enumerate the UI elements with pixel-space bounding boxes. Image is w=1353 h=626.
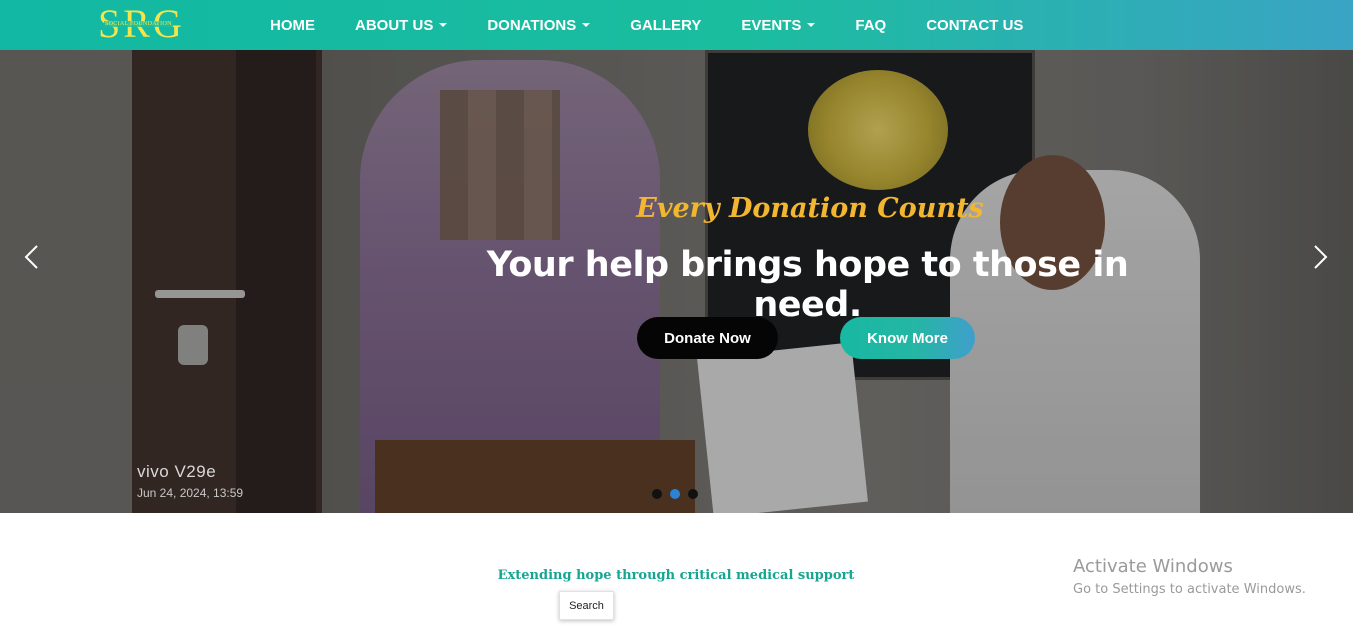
top-navbar: SRG SOCIAL FOUNDATION HOME ABOUT US DONA… <box>0 0 1353 50</box>
carousel-indicators <box>652 489 706 499</box>
chevron-right-icon <box>1314 245 1328 269</box>
donate-now-button[interactable]: Donate Now <box>637 317 778 359</box>
nav-item-faq[interactable]: FAQ <box>855 17 886 34</box>
caret-down-icon <box>807 23 816 27</box>
caret-down-icon <box>582 23 591 27</box>
srg-logo[interactable]: SRG SOCIAL FOUNDATION <box>98 4 184 46</box>
chevron-left-icon <box>24 245 38 269</box>
hero-carousel: vivo V29e Jun 24, 2024, 13:59 Every Dona… <box>0 50 1353 513</box>
activate-windows-title: Activate Windows <box>1073 556 1233 577</box>
nav-item-about-us[interactable]: ABOUT US <box>355 16 448 34</box>
carousel-dot-3[interactable] <box>688 489 698 499</box>
nav-item-events[interactable]: EVENTS <box>741 16 816 34</box>
carousel-dot-1[interactable] <box>652 489 662 499</box>
nav-item-donations[interactable]: DONATIONS <box>487 16 591 34</box>
nav-item-label: HOME <box>270 16 315 34</box>
nav-item-contact-us[interactable]: CONTACT US <box>926 17 1023 34</box>
section-subtitle: Extending hope through critical medical … <box>497 568 855 583</box>
nav-item-label: EVENTS <box>741 16 802 34</box>
photo-timestamp: Jun 24, 2024, 13:59 <box>137 486 244 500</box>
nav-menu: HOME ABOUT US DONATIONS GALLERY EVENTS F… <box>270 0 1063 50</box>
logo-subtitle: SOCIAL FOUNDATION <box>104 21 173 27</box>
activate-windows-subtitle: Go to Settings to activate Windows. <box>1073 582 1306 597</box>
caret-down-icon <box>439 23 448 27</box>
nav-item-label: DONATIONS <box>487 16 577 34</box>
carousel-prev-button[interactable] <box>17 242 47 272</box>
carousel-next-button[interactable] <box>1305 242 1335 272</box>
nav-item-label: ABOUT US <box>355 16 434 34</box>
carousel-dot-2[interactable] <box>670 489 680 499</box>
hero-title: Your help brings hope to those in need. <box>486 245 1129 325</box>
nav-item-gallery[interactable]: GALLERY <box>630 17 701 34</box>
nav-item-label: CONTACT US <box>926 16 1024 34</box>
hero-tagline: Every Donation Counts <box>636 193 984 224</box>
nav-item-home[interactable]: HOME <box>270 17 315 34</box>
search-button[interactable]: Search <box>559 591 614 620</box>
nav-item-label: FAQ <box>855 16 887 34</box>
photo-watermark: vivo V29e <box>137 462 217 481</box>
nav-item-label: GALLERY <box>630 16 702 34</box>
know-more-button[interactable]: Know More <box>840 317 975 359</box>
